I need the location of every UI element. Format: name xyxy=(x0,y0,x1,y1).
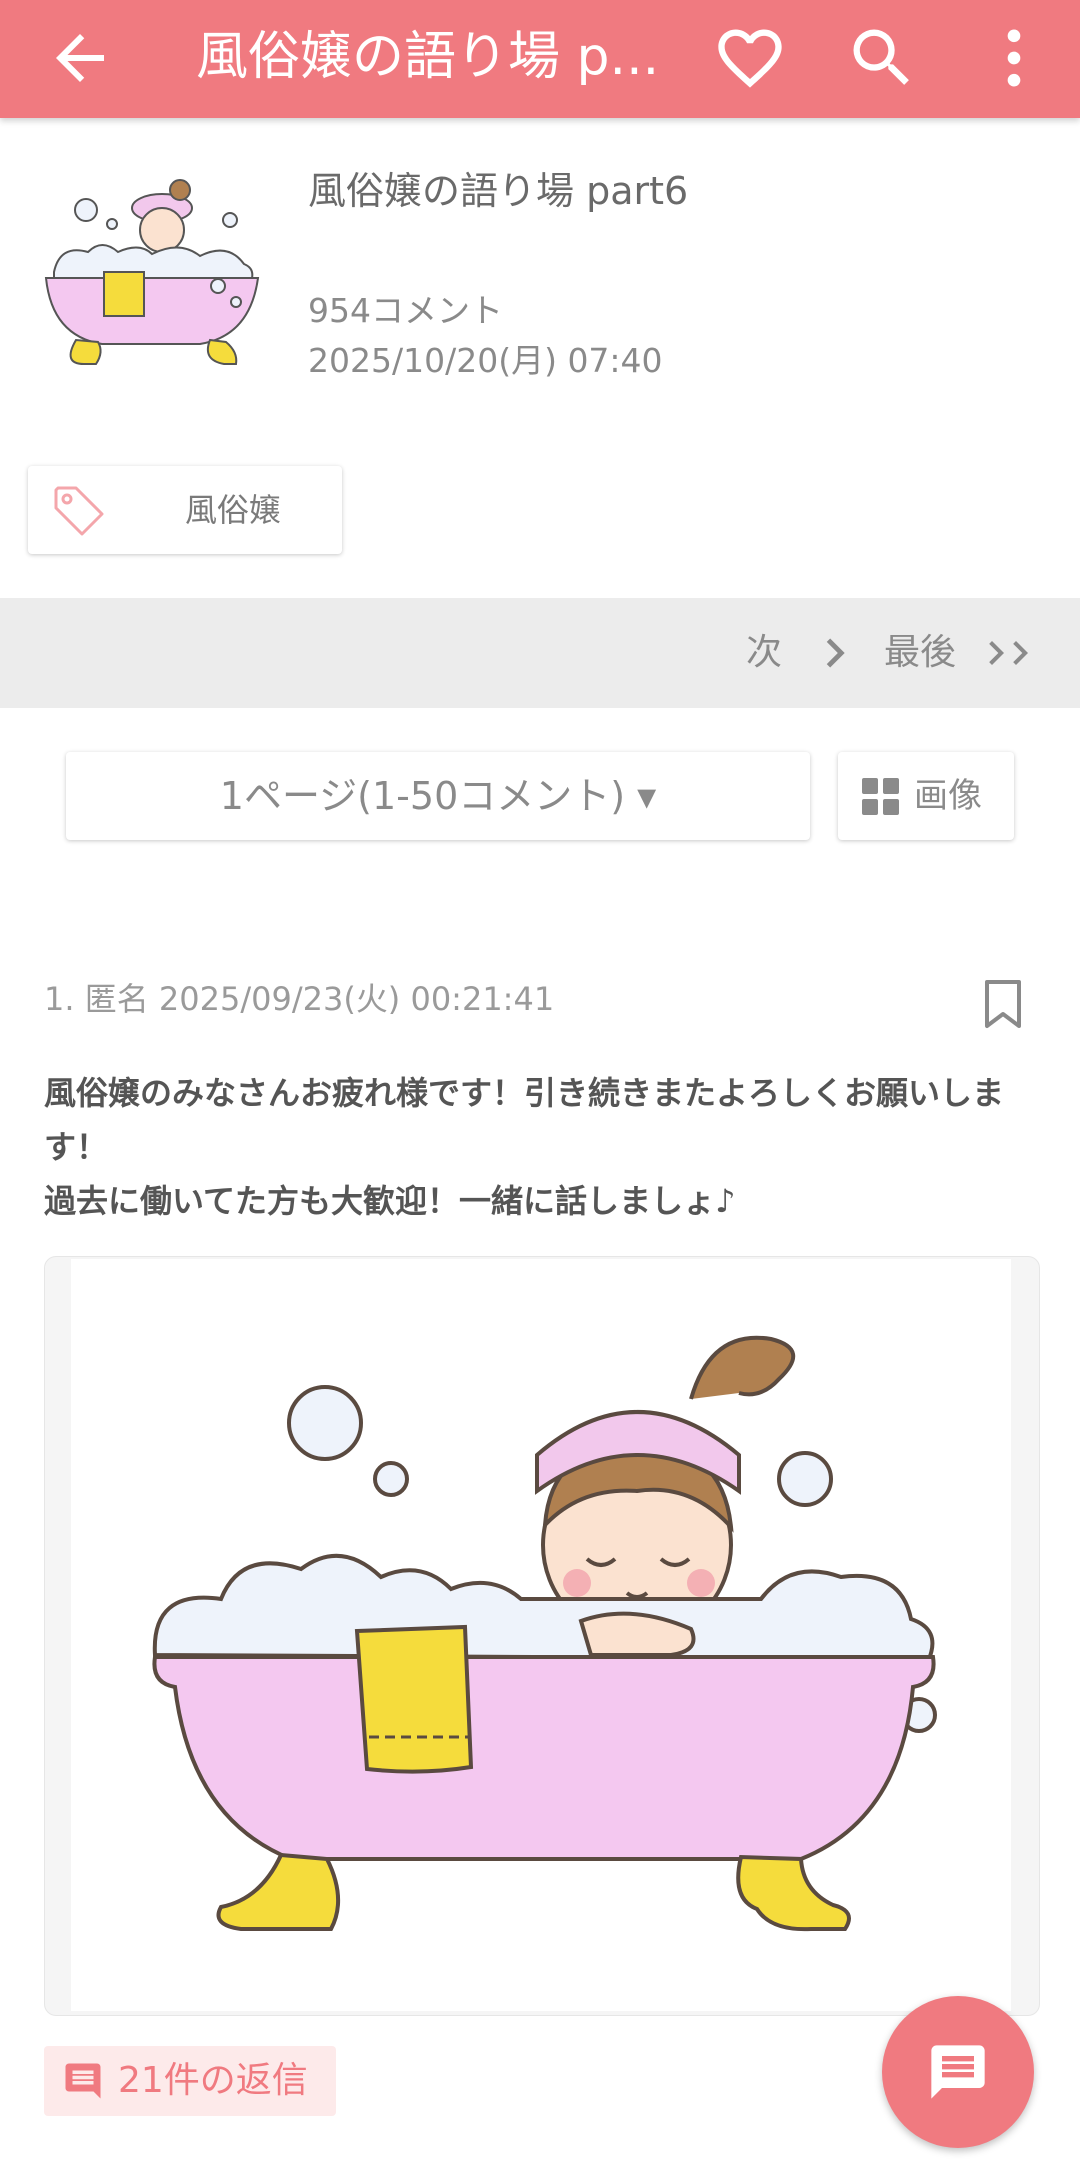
tag-chip[interactable]: 風俗嬢 xyxy=(28,466,342,554)
comment-line: 風俗嬢のみなさんお疲れ様です！引き続きまたよろしくお願いしま xyxy=(44,1074,1005,1112)
app-bar-title: 風俗嬢の語り場 p... xyxy=(196,27,660,87)
tag-icon xyxy=(50,482,106,538)
topic-title: 風俗嬢の語り場 part6 xyxy=(308,169,689,213)
next-page-link[interactable]: 次 xyxy=(746,598,782,708)
bookmark-icon[interactable] xyxy=(982,978,1024,1030)
comment-icon xyxy=(62,2060,104,2102)
topic-date: 2025/10/20(月) 07:40 xyxy=(308,341,663,380)
last-page-link[interactable]: 最後 xyxy=(884,598,956,708)
search-icon[interactable] xyxy=(844,20,920,96)
image-view-button[interactable]: 画像 xyxy=(838,752,1014,840)
page-select-dropdown[interactable]: 1ページ(1-50コメント) ▾ xyxy=(66,752,810,840)
topic-thumbnail xyxy=(40,168,264,378)
back-arrow-icon[interactable] xyxy=(44,22,116,94)
comment-line: す！ xyxy=(44,1128,109,1166)
page-select-label: 1ページ(1-50コメント) ▾ xyxy=(219,774,657,818)
comment-line: 過去に働いてた方も大歓迎！一緒に話しましょ♪ xyxy=(44,1182,736,1220)
image-button-label: 画像 xyxy=(914,776,982,816)
replies-label: 21件の返信 xyxy=(118,2060,308,2101)
replies-button[interactable]: 21件の返信 xyxy=(44,2046,336,2116)
grid-icon xyxy=(862,778,900,816)
comment-count: 954コメント xyxy=(308,291,503,330)
comment-body: 風俗嬢のみなさんお疲れ様です！引き続きまたよろしくお願いしま す！ 過去に働いて… xyxy=(44,1066,1040,1228)
comment-meta: 1. 匿名 2025/09/23(火) 00:21:41 xyxy=(44,980,555,1018)
comment-image[interactable] xyxy=(44,1256,1040,2016)
chevron-right-icon[interactable] xyxy=(806,624,864,682)
post-comment-fab[interactable] xyxy=(882,1996,1034,2148)
heart-icon[interactable] xyxy=(712,20,788,96)
app-bar: 風俗嬢の語り場 p... xyxy=(0,0,1080,118)
tag-label: 風俗嬢 xyxy=(184,491,281,529)
message-icon xyxy=(931,2045,985,2099)
more-vert-icon[interactable] xyxy=(976,20,1052,96)
pager-bar: 次 最後 xyxy=(0,598,1080,708)
double-chevron-right-icon[interactable] xyxy=(984,622,1044,684)
